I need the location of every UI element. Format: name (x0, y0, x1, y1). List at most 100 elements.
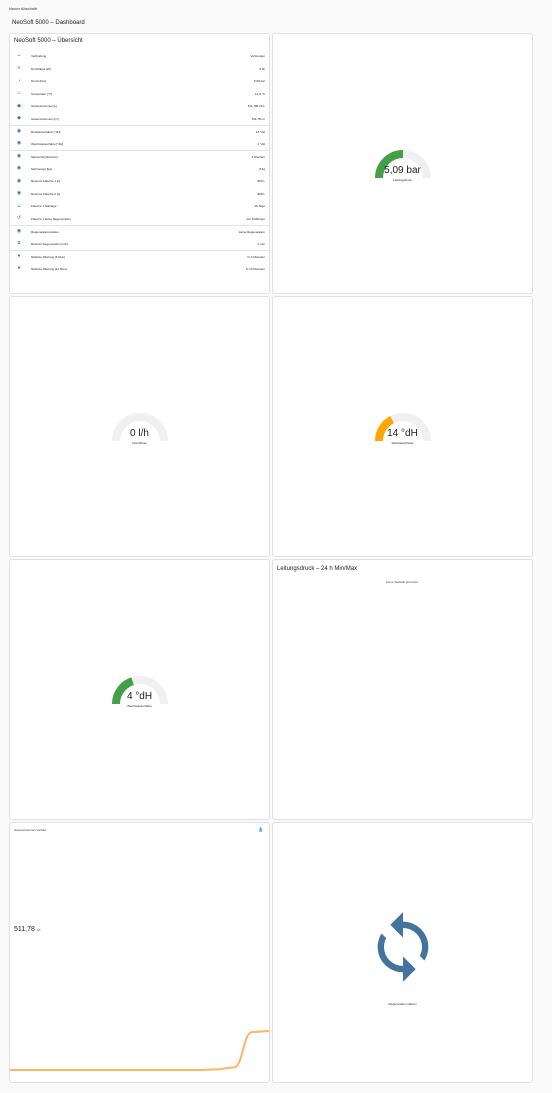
overview-row-label: Weichwasserhärte [°dH] (31, 141, 64, 146)
overview-row[interactable]: ◆ Gesamtvolumen [L] 511.785,00 L (10, 100, 269, 113)
gauge-name: Leitungsdruck (393, 178, 412, 182)
water-icon: ◆ (17, 115, 21, 122)
water-icon: ◆ (17, 102, 21, 109)
overview-row-value: 49 Tage (254, 204, 265, 209)
volume-graph-title: Gesamtvolumen Verlauf (14, 828, 47, 832)
overview-row-label: Flasche 1 Salztage (31, 204, 57, 209)
gauge-icon: ◔ (17, 77, 21, 84)
overview-rows: ⌁ Verbindung Verbunden ≡ Durchfluss [l/h] 0 l… (10, 50, 269, 275)
overview-row-value: 0 l/h (259, 66, 265, 71)
overview-row-value: 511.785,00 L (247, 104, 265, 109)
section-label: Neuer Abschnitt (9, 6, 38, 11)
overview-row-value: 5,09 bar (253, 79, 265, 84)
gauge-name: Weichwasserhärte (127, 704, 152, 708)
volume-history-line (10, 1030, 269, 1071)
gauge-value: 5,09 bar (384, 165, 421, 176)
volume-graph-card[interactable]: Gesamtvolumen Verlauf 💧 511,78 m³ (9, 822, 270, 1083)
gauge-name: Rohwasserhärte (391, 441, 414, 445)
overview-row[interactable]: ◔ Druck [bar] 5,09 bar (10, 75, 269, 88)
overview-card: NeoSoft 5000 – Übersicht ⌁ Verbindung Verb… (9, 33, 270, 294)
flow-gauge-card[interactable]: 0 l/h Durchfluss (9, 296, 270, 557)
overview-row-label: Flasche 1 letzte Regeneration (31, 216, 71, 221)
gauge-name: Durchfluss (132, 441, 147, 445)
overview-row-value: 14,9 °C (254, 91, 265, 96)
volume-unit: m³ (36, 928, 41, 932)
raw-hardness-gauge: 14 °dH Rohwasserhärte (371, 409, 435, 459)
statistics-card: Leitungsdruck – 24 h Min/Max Keine Stati… (272, 559, 533, 820)
overview-row[interactable]: ⌁ Verbindung Verbunden (10, 50, 269, 63)
overview-row-value: keine Regeneration (238, 229, 265, 234)
flow-gauge: 0 l/h Durchfluss (108, 409, 172, 459)
overview-row-label: Durchfluss [l/h] (31, 66, 51, 71)
overview-row[interactable]: ↺ Flasche 1 letzte Regeneration Vor 8 Minu… (10, 213, 269, 226)
eye-icon: ◉ (16, 140, 22, 147)
overview-row-value: In 10 Monaten (245, 266, 265, 271)
pressure-gauge: 5,09 bar Leitungsdruck (371, 146, 435, 196)
overview-row-value: Verbunden (250, 54, 265, 59)
overview-row-label: Gesamtvolumen [L] (31, 104, 58, 109)
pressure-gauge-card[interactable]: 5,09 bar Leitungsdruck (272, 33, 533, 294)
user-icon: ☺ (16, 202, 22, 209)
water-icon: 💧 (257, 827, 264, 833)
overview-row[interactable]: ◉ Regenerationsstatus keine Regeneration (10, 225, 269, 238)
overview-row[interactable]: ◆ Gesamtvolumen [m³] 511,78 m³ (10, 113, 269, 126)
overview-row[interactable]: ● Nächste Wartung [12 Mon] In 10 Monaten (10, 263, 269, 276)
gauge-value: 0 l/h (130, 428, 149, 439)
overview-row-label: Rohwasserhärte [°dH] (31, 129, 61, 134)
plug-icon: ⌁ (17, 52, 21, 59)
overview-row-value: In 4 Monaten (247, 254, 265, 259)
overview-row[interactable]: ◉ Salzvorrat [Wochen] 4 Wochen (10, 150, 269, 163)
history-icon: ↺ (16, 215, 22, 222)
eye-icon: ◉ (16, 165, 22, 172)
overview-row-value: Vor 8 Minuten (246, 216, 265, 221)
gauge-arc (111, 676, 168, 705)
soft-hardness-gauge-card[interactable]: 4 °dH Weichwasserhärte (9, 559, 270, 820)
eye-icon: ◉ (16, 128, 22, 135)
regeneration-button[interactable]: Regeneration starten (272, 822, 533, 1083)
overview-row[interactable]: ≡ Durchfluss [l/h] 0 l/h (10, 63, 269, 76)
circle-icon: ● (17, 253, 21, 260)
overview-row-value: 511,78 m³ (251, 116, 265, 121)
overview-row-label: Restzeit Regeneration [min] (31, 241, 69, 246)
overview-row[interactable]: ◉ Reserve Flasche 1 [L] 869 L (10, 175, 269, 188)
overview-row-value: 0 min (257, 241, 265, 246)
sync-icon (377, 912, 428, 982)
overview-row-label: Nächste Wartung [12 Mon] (31, 266, 67, 271)
circle-icon: ● (17, 265, 21, 272)
gauge-arc (374, 413, 431, 442)
overview-row-value: 869 L (257, 179, 265, 184)
overview-row[interactable]: ◉ Weichwasserhärte [°dH] 4 °dH (10, 138, 269, 151)
eye-icon: ◉ (16, 228, 22, 235)
overview-row-value: 8 kg (259, 166, 265, 171)
overview-row-label: Verbindung (31, 54, 47, 59)
soft-hardness-gauge: 4 °dH Weichwasserhärte (108, 672, 172, 722)
overview-row[interactable]: ⧖ Restzeit Regeneration [min] 0 min (10, 238, 269, 251)
overview-row[interactable]: ◉ Reserve Flasche 2 [L] 868 L (10, 188, 269, 201)
volume-graph-value: 511,78 m³ (14, 926, 40, 933)
overview-row[interactable]: ◉ Rohwasserhärte [°dH] 14 °dH (10, 125, 269, 138)
overview-row[interactable]: ☺ Flasche 1 Salztage 49 Tage (10, 200, 269, 213)
overview-row[interactable]: ◉ Salzmenge [kg] 8 kg (10, 163, 269, 176)
overview-row-value: 4 °dH (257, 141, 265, 146)
flow-icon: ≡ (17, 65, 21, 72)
overview-row-label: Nächste Wartung [6 Mon] (31, 254, 65, 259)
overview-title: NeoSoft 5000 – Übersicht (14, 38, 83, 44)
overview-row-label: Reserve Flasche 1 [L] (31, 179, 61, 184)
eye-icon: ◉ (16, 190, 22, 197)
dashboard-title: NeoSoft 5000 – Dashboard (12, 20, 85, 26)
overview-row-label: Regenerationsstatus (31, 229, 59, 234)
gauge-value: 14 °dH (387, 428, 418, 439)
hourglass-icon: ⧖ (17, 240, 21, 247)
overview-row[interactable]: ♨ Temperatur [°C] 14,9 °C (10, 88, 269, 101)
volume-value: 511,78 (14, 926, 35, 933)
overview-row-label: Temperatur [°C] (31, 91, 53, 96)
overview-row[interactable]: ● Nächste Wartung [6 Mon] In 4 Monaten (10, 250, 269, 263)
overview-row-label: Gesamtvolumen [m³] (31, 116, 59, 121)
gauge-arc (374, 150, 431, 179)
overview-row-label: Salzmenge [kg] (31, 166, 52, 171)
overview-row-label: Reserve Flasche 2 [L] (31, 191, 61, 196)
volume-history-graph (10, 1030, 269, 1071)
raw-hardness-gauge-card[interactable]: 14 °dH Rohwasserhärte (272, 296, 533, 557)
overview-row-label: Druck [bar] (31, 79, 46, 84)
gauge-value: 4 °dH (126, 691, 153, 702)
